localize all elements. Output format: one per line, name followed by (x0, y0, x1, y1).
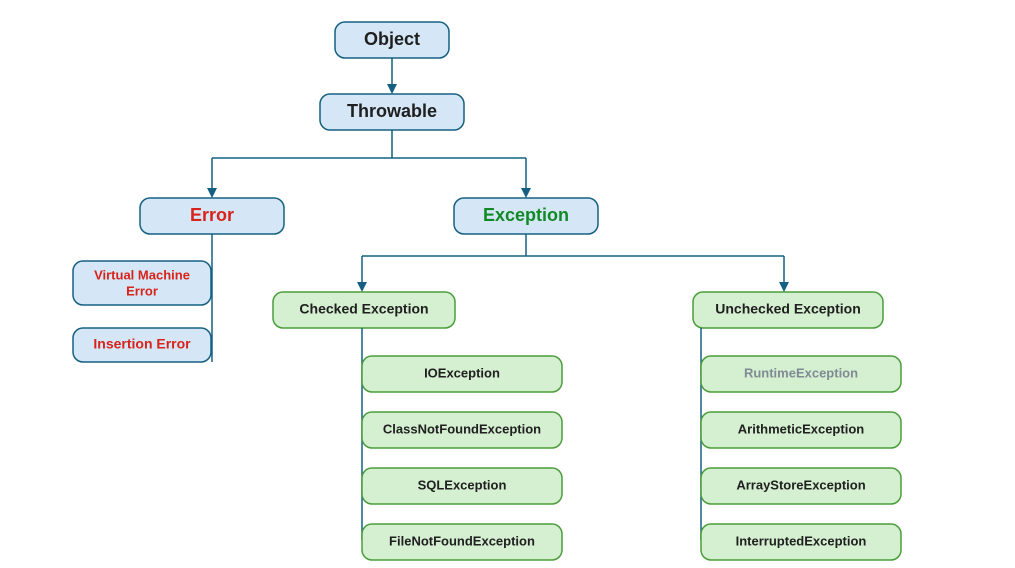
node-object-label: Object (364, 29, 420, 49)
node-throwable-label: Throwable (347, 101, 437, 121)
node-error-label: Error (190, 205, 234, 225)
node-runtimeexception-label: RuntimeException (744, 365, 858, 380)
node-filenotfoundexception-label: FileNotFoundException (389, 533, 535, 548)
node-classnotfoundexception-label: ClassNotFoundException (383, 421, 541, 436)
node-interruptedexception-label: InterruptedException (736, 533, 867, 548)
node-checked-exception-label: Checked Exception (299, 301, 428, 317)
node-sqlexception-label: SQLException (418, 477, 507, 492)
node-arraystoreexception-label: ArrayStoreException (736, 477, 865, 492)
node-exception-label: Exception (483, 205, 569, 225)
exception-hierarchy-diagram: Object Throwable Error Virtual Machine E… (0, 0, 1015, 568)
node-unchecked-exception-label: Unchecked Exception (715, 301, 861, 317)
node-vm-error-line2: Error (126, 283, 158, 298)
node-arithmeticexception-label: ArithmeticException (738, 421, 864, 436)
node-ioexception-label: IOException (424, 365, 500, 380)
node-insertion-error-label: Insertion Error (93, 336, 191, 352)
node-vm-error-line1: Virtual Machine (94, 267, 190, 282)
